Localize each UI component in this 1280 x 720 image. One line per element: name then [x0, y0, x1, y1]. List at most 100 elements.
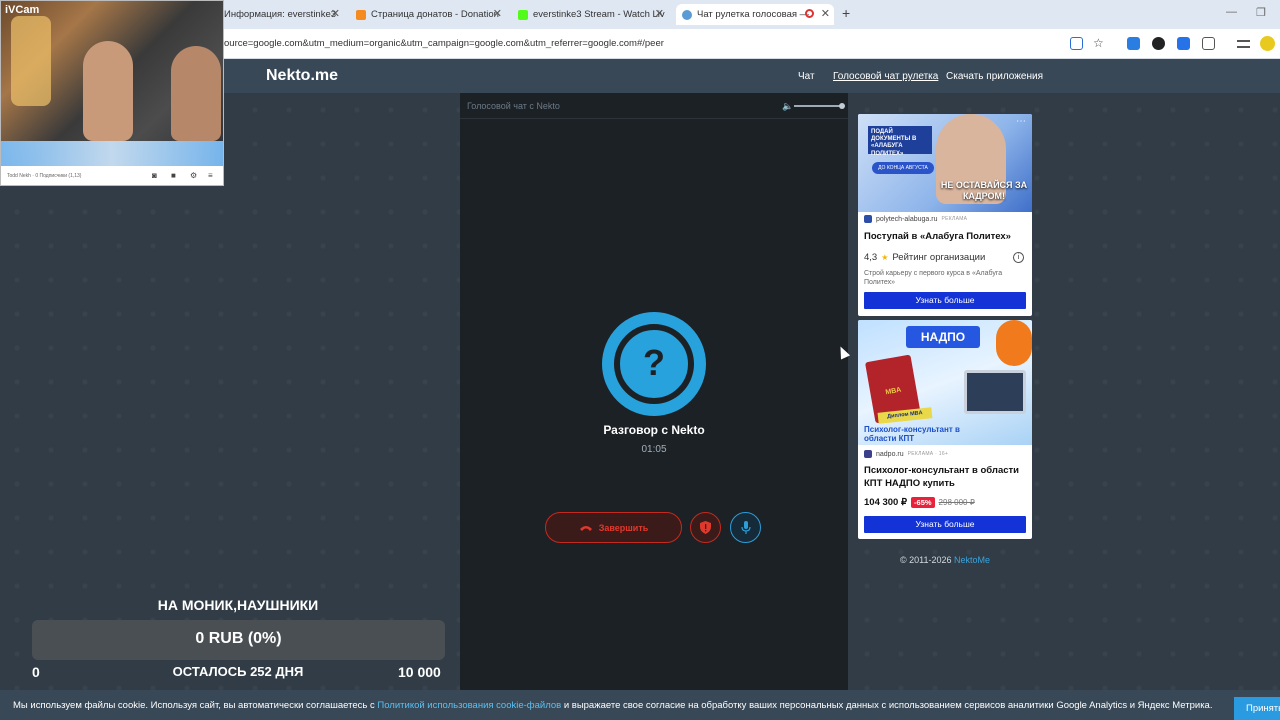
ad-mark: РЕКЛАМА: [941, 216, 968, 222]
webcam-person: [171, 46, 221, 141]
nav-voice-chat[interactable]: Голосовой чат рулетка: [833, 71, 938, 82]
ad-mark: РЕКЛАМА · 16+: [907, 451, 949, 457]
maximize-icon[interactable]: ❐: [1256, 6, 1266, 19]
ad-domain[interactable]: polytech-alabuga.ru: [876, 216, 938, 223]
ad-source: polytech-alabuga.ru РЕКЛАМА: [864, 215, 967, 223]
browser-tab-3[interactable]: everstinke3 Stream - Watch Liv ✕: [518, 4, 668, 25]
report-button[interactable]: [690, 512, 721, 543]
ad-description: Строй карьеру с первого курса в «Алабуга…: [864, 270, 1003, 287]
webcam-overlay: iVCam Todd Nekh · 0 Подписчики (1,13) ◙ …: [0, 0, 224, 186]
donation-progress-bar: 0 RUB (0%): [32, 620, 445, 660]
nadpo-logo: НАДПО: [906, 326, 980, 348]
panel-title: Голосовой чат с Nekto: [467, 101, 560, 111]
close-icon[interactable]: ✕: [493, 7, 502, 20]
gear-icon[interactable]: ⚙: [190, 171, 197, 180]
menu-icon[interactable]: ≡: [208, 171, 213, 180]
donation-goal-title: НА МОНИК,НАУШНИКИ: [157, 597, 319, 613]
ad-learn-more-button[interactable]: Узнать больше: [864, 516, 1026, 533]
webcam-person: [83, 41, 133, 141]
nekto-icon: [682, 9, 692, 20]
close-icon[interactable]: ✕: [821, 7, 830, 20]
cookie-banner: Мы используем файлы cookie. Используя са…: [0, 690, 1280, 720]
volume-slider-handle[interactable]: [839, 103, 845, 109]
ad-alabuga[interactable]: ПОДАЙ ДОКУМЕНТЫ В «АЛАБУГА ПОЛИТЕХ» ДО К…: [858, 114, 1032, 316]
tab-label: Чат рулетка голосовая —: [697, 9, 810, 20]
hangup-icon: [579, 525, 592, 531]
call-timer: 01:05: [641, 444, 667, 455]
polytech-logo-icon: [864, 215, 872, 223]
microphone-button[interactable]: [730, 512, 761, 543]
question-mark-icon: ?: [643, 342, 665, 383]
ad-title[interactable]: Психолог-консультант в области КПТ НАДПО…: [864, 465, 1028, 491]
extension-download-icon[interactable]: [1177, 37, 1190, 50]
browser-tab-2[interactable]: Страница донатов - Donation ✕: [356, 4, 506, 25]
cookie-text-before: Мы используем файлы cookie. Используя са…: [13, 700, 378, 711]
shield-icon: [700, 521, 711, 534]
kick-icon: [518, 9, 528, 20]
minimize-icon[interactable]: —: [1226, 6, 1237, 18]
site-header: Nekto.me Чат Голосовой чат рулетка Скача…: [224, 59, 1280, 93]
cast-icon[interactable]: [1070, 37, 1083, 50]
cookie-accept-button[interactable]: Принять: [1234, 697, 1280, 720]
donation-max: 10 000: [398, 664, 441, 680]
browser-tab-1[interactable]: Информация: everstinke3 ✕: [224, 4, 344, 25]
microphone-icon: [740, 520, 751, 534]
nektome-link[interactable]: NektoMe: [954, 555, 990, 565]
ad-nadpo[interactable]: НАДПО MBA Диплом MBA Психолог-консультан…: [858, 320, 1032, 539]
browser-tab-active[interactable]: Чат рулетка голосовая — ✕: [676, 4, 834, 25]
webcam-video: [1, 1, 223, 168]
recording-icon: [805, 9, 814, 18]
volume-icon[interactable]: 🔈: [782, 101, 793, 112]
extension-vk-icon[interactable]: [1152, 37, 1165, 50]
rating-label: Рейтинг организации: [892, 251, 986, 263]
tab-label: everstinke3 Stream - Watch Liv: [533, 9, 665, 20]
new-tab-button[interactable]: +: [842, 5, 850, 21]
webcam-background: [11, 16, 51, 106]
webcam-footer-text: Todd Nekh · 0 Подписчики (1,13): [7, 173, 82, 179]
webcam-label: iVCam: [5, 4, 40, 16]
site-logo[interactable]: Nekto.me: [266, 67, 338, 85]
extension-translate-icon[interactable]: [1127, 37, 1140, 50]
webcam-footer: Todd Nekh · 0 Подписчики (1,13) ◙ ■ ⚙ ≡: [1, 166, 223, 185]
star-icon[interactable]: ☆: [1093, 37, 1106, 50]
nav-chat[interactable]: Чат: [798, 71, 815, 82]
donation-remaining: ОСТАЛОСЬ 252 ДНЯ: [172, 664, 304, 679]
ad-domain[interactable]: nadpo.ru: [876, 451, 904, 458]
end-call-button[interactable]: Завершить: [545, 512, 682, 543]
ad-image[interactable]: ПОДАЙ ДОКУМЕНТЫ В «АЛАБУГА ПОЛИТЕХ» ДО К…: [858, 114, 1032, 212]
menu-list-icon[interactable]: [1237, 40, 1250, 48]
cookie-text: Мы используем файлы cookie. Используя са…: [13, 700, 1212, 711]
ad-rating: 4,3 ★ Рейтинг организации i: [864, 250, 1024, 264]
camera-icon[interactable]: ◙: [152, 171, 157, 180]
ad-badge: ПОДАЙ ДОКУМЕНТЫ В «АЛАБУГА ПОЛИТЕХ»: [868, 126, 932, 157]
close-icon[interactable]: ✕: [331, 7, 340, 20]
volume-slider[interactable]: [794, 105, 844, 107]
cookie-policy-link[interactable]: Политикой использования cookie-файлов: [377, 700, 561, 711]
nadpo-logo-icon: [864, 450, 872, 458]
webcam-light-strip: [1, 141, 223, 168]
voice-chat-panel: Голосовой чат с Nekto 🔈 ? Разговор с Nek…: [460, 93, 848, 690]
info-icon[interactable]: i: [1013, 251, 1024, 263]
video-icon[interactable]: ■: [171, 171, 176, 180]
ad-price: 104 300 ₽ -65% 298 000 ₽: [864, 497, 975, 508]
more-options-icon[interactable]: ⋯: [1016, 116, 1026, 127]
ad-badge-deadline: ДО КОНЦА АВГУСТА: [872, 162, 934, 174]
discount-badge: -65%: [911, 497, 935, 508]
ad-learn-more-button[interactable]: Узнать больше: [864, 292, 1026, 309]
profile-avatar[interactable]: [1260, 36, 1275, 51]
avatar-ring: ?: [614, 324, 694, 404]
tab-label: Страница донатов - Donation: [371, 9, 499, 20]
partner-avatar: ?: [602, 312, 706, 416]
price-old: 298 000 ₽: [938, 498, 975, 507]
ad-image[interactable]: НАДПО MBA Диплом MBA Психолог-консультан…: [858, 320, 1032, 445]
rating-value: 4,3: [864, 251, 878, 263]
nav-download-apps[interactable]: Скачать приложения: [946, 71, 1043, 82]
ad-decoration: [996, 320, 1032, 366]
close-icon[interactable]: ✕: [655, 7, 664, 20]
panel-header: Голосовой чат с Nekto 🔈: [460, 93, 848, 119]
donationalerts-icon: [356, 9, 366, 20]
ad-title[interactable]: Поступай в «Алабуга Политех»: [864, 231, 1028, 244]
puzzle-icon[interactable]: [1202, 37, 1215, 50]
donation-amount: 0 RUB (0%): [195, 630, 282, 647]
url-field[interactable]: ource=google.com&utm_medium=organic&utm_…: [224, 38, 664, 49]
